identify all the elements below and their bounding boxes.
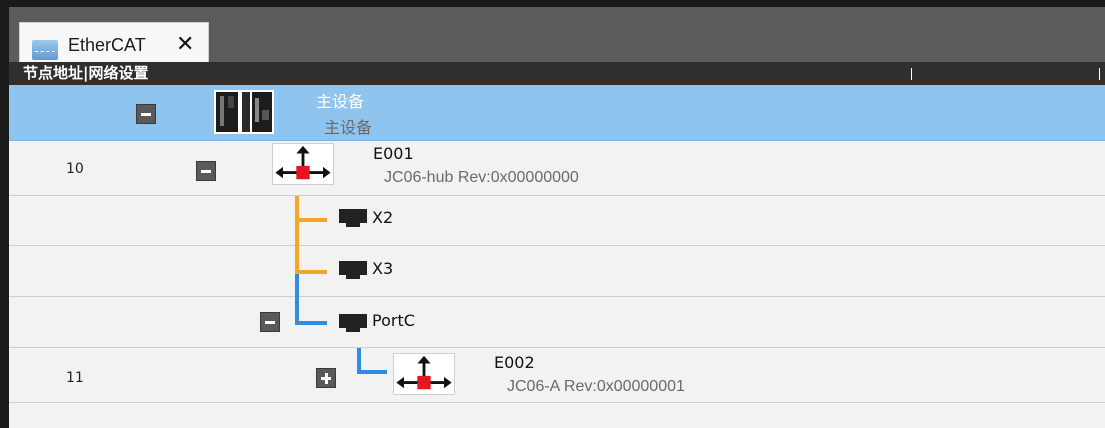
port-icon [339, 314, 367, 332]
expand-icon[interactable] [316, 368, 336, 388]
connector-line [295, 274, 299, 323]
column-divider[interactable] [1099, 68, 1100, 80]
tree-row-portc[interactable]: PortC [9, 297, 1105, 348]
device-model: JC06-A Rev:0x00000001 [507, 378, 685, 395]
tree-row-master[interactable]: 主设备 主设备 [9, 85, 1105, 141]
master-name: 主设备 [316, 92, 365, 111]
close-icon[interactable]: ✕ [176, 32, 194, 57]
device-name: E001 [373, 144, 414, 163]
collapse-icon[interactable] [136, 104, 156, 124]
node-address: 11 [66, 370, 84, 386]
connector-line [295, 321, 327, 325]
connector-line [295, 270, 327, 274]
connector-line [357, 370, 387, 374]
master-device-icon [214, 90, 274, 134]
tab-label: EtherCAT [68, 35, 146, 55]
window-border [0, 0, 9, 428]
device-model: JC06-hub Rev:0x00000000 [384, 169, 579, 186]
slave-device-icon [272, 143, 334, 185]
port-icon [339, 261, 367, 279]
node-address: 10 [66, 161, 84, 177]
connector-line [295, 218, 327, 222]
slave-device-icon [393, 353, 455, 395]
port-name: PortC [372, 311, 415, 330]
header-title: 节点地址|网络设置 [23, 64, 149, 82]
master-model: 主设备 [324, 120, 373, 137]
port-name: X2 [372, 208, 394, 227]
port-icon [339, 209, 367, 227]
tab-bar: EtherCAT ✕ [9, 0, 1105, 69]
tree-row-empty [9, 403, 1105, 428]
ethercat-icon [32, 40, 58, 60]
column-header: 节点地址|网络设置 [9, 62, 1105, 85]
tree-row-e002[interactable]: 11 E002 JC06-A Rev:0x00000001 [9, 348, 1105, 403]
collapse-icon[interactable] [260, 312, 280, 332]
port-name: X3 [372, 259, 394, 278]
device-name: E002 [494, 353, 535, 372]
connector-line [295, 196, 299, 274]
column-divider[interactable] [911, 68, 912, 80]
tree-row-x2[interactable]: X2 [9, 196, 1105, 246]
ethercat-window: EtherCAT ✕ 节点地址|网络设置 主设备 主设备 10 E001 JC0… [0, 0, 1105, 428]
tree-row-x3[interactable]: X3 [9, 246, 1105, 297]
collapse-icon[interactable] [196, 161, 216, 181]
tree-row-e001[interactable]: 10 E001 JC06-hub Rev:0x00000000 [9, 141, 1105, 196]
